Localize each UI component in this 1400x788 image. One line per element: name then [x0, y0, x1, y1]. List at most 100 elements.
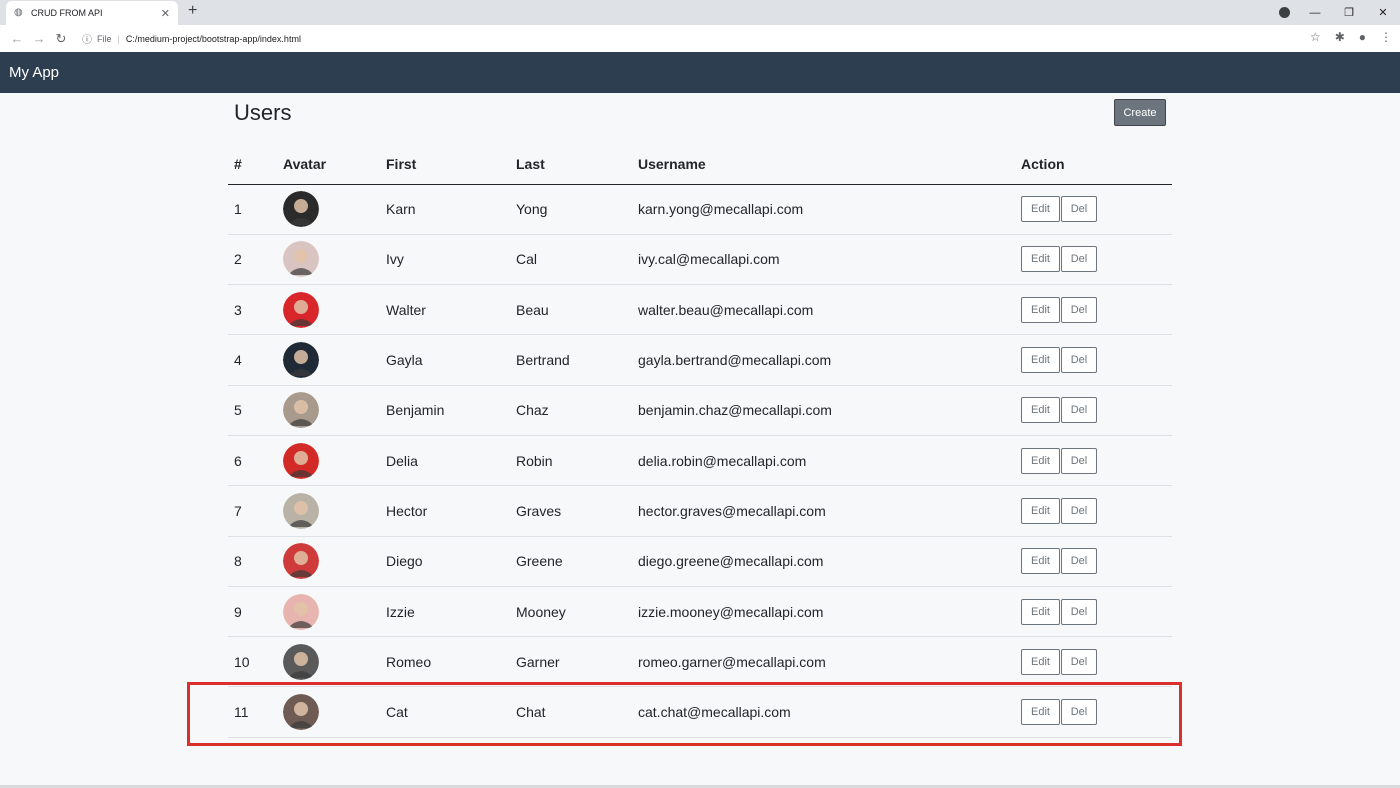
first-name: Romeo	[386, 636, 516, 688]
edit-button[interactable]: Edit	[1021, 397, 1060, 424]
action-cell: Edit Del	[1021, 686, 1172, 738]
row-number: 6	[228, 435, 283, 487]
last-name: Garner	[516, 636, 638, 688]
last-name: Yong	[516, 184, 638, 235]
table-row: 10 Romeo Garner romeo.garner@mecallapi.c…	[228, 636, 1172, 688]
avatar-image	[283, 342, 319, 379]
avatar	[283, 191, 319, 228]
last-name: Graves	[516, 485, 638, 537]
avatar	[283, 442, 319, 479]
avatar-image	[283, 593, 319, 630]
row-number: 3	[228, 284, 283, 336]
avatar-image	[283, 492, 319, 529]
delete-button[interactable]: Del	[1061, 598, 1097, 625]
edit-button[interactable]: Edit	[1021, 296, 1060, 323]
username: diego.greene@mecallapi.com	[638, 536, 1021, 587]
username: delia.robin@mecallapi.com	[638, 435, 1021, 487]
last-name: Greene	[516, 536, 638, 587]
action-cell: Edit Del	[1021, 485, 1172, 537]
avatar-image	[283, 241, 319, 278]
app-navbar: My App	[0, 52, 1400, 93]
restore-button[interactable]: ❐	[1332, 6, 1366, 19]
row-number: 5	[228, 385, 283, 436]
table-row: 9 Izzie Mooney izzie.mooney@mecallapi.co…	[228, 586, 1172, 638]
delete-button[interactable]: Del	[1061, 447, 1097, 474]
url-omnibox[interactable]: ⓘ File | C:/medium-project/bootstrap-app…	[82, 28, 1292, 49]
action-cell: Edit Del	[1021, 385, 1172, 436]
avatar	[283, 241, 319, 278]
profile-icon[interactable]: ●	[1359, 30, 1366, 44]
action-cell: Edit Del	[1021, 435, 1172, 487]
close-window-button[interactable]: ✕	[1366, 6, 1400, 19]
avatar	[283, 392, 319, 429]
avatar	[283, 291, 319, 328]
username: benjamin.chaz@mecallapi.com	[638, 385, 1021, 436]
last-name: Robin	[516, 435, 638, 487]
row-number: 1	[228, 184, 283, 235]
first-name: Ivy	[386, 234, 516, 286]
new-tab-button[interactable]: +	[188, 2, 197, 20]
avatar	[283, 643, 319, 680]
delete-button[interactable]: Del	[1061, 296, 1097, 323]
table-row: 4 Gayla Bertrand gayla.bertrand@mecallap…	[228, 334, 1172, 386]
header-num: #	[228, 145, 283, 185]
last-name: Mooney	[516, 586, 638, 638]
table-row: 3 Walter Beau walter.beau@mecallapi.com …	[228, 284, 1172, 336]
media-control-icon[interactable]	[1279, 7, 1290, 18]
puzzle-icon[interactable]: ✱	[1335, 30, 1345, 44]
browser-tab[interactable]: ◍ CRUD FROM API ✕	[6, 1, 178, 25]
edit-button[interactable]: Edit	[1021, 699, 1060, 726]
create-button[interactable]: Create	[1114, 99, 1166, 126]
delete-button[interactable]: Del	[1061, 347, 1097, 374]
delete-button[interactable]: Del	[1061, 699, 1097, 726]
avatar-cell	[283, 435, 386, 487]
edit-button[interactable]: Edit	[1021, 196, 1060, 223]
table-row: 5 Benjamin Chaz benjamin.chaz@mecallapi.…	[228, 385, 1172, 436]
back-arrow-icon[interactable]: ←	[6, 31, 28, 46]
delete-button[interactable]: Del	[1061, 648, 1097, 675]
delete-button[interactable]: Del	[1061, 196, 1097, 223]
username: romeo.garner@mecallapi.com	[638, 636, 1021, 688]
avatar-cell	[283, 284, 386, 336]
username: karn.yong@mecallapi.com	[638, 184, 1021, 235]
delete-button[interactable]: Del	[1061, 497, 1097, 524]
edit-button[interactable]: Edit	[1021, 497, 1060, 524]
edit-button[interactable]: Edit	[1021, 548, 1060, 575]
edit-button[interactable]: Edit	[1021, 246, 1060, 273]
avatar-cell	[283, 334, 386, 386]
avatar-cell	[283, 385, 386, 436]
forward-arrow-icon[interactable]: →	[28, 31, 50, 46]
avatar	[283, 543, 319, 580]
edit-button[interactable]: Edit	[1021, 347, 1060, 374]
delete-button[interactable]: Del	[1061, 548, 1097, 575]
avatar-image	[283, 191, 319, 228]
last-name: Beau	[516, 284, 638, 336]
kebab-menu-icon[interactable]: ⋮	[1380, 30, 1392, 44]
delete-button[interactable]: Del	[1061, 246, 1097, 273]
avatar-image	[283, 291, 319, 328]
table-row: 11 Cat Chat cat.chat@mecallapi.com Edit D…	[228, 686, 1172, 738]
page-header: Users Create	[228, 93, 1172, 145]
avatar-image	[283, 643, 319, 680]
last-name: Cal	[516, 234, 638, 286]
action-cell: Edit Del	[1021, 184, 1172, 235]
info-icon[interactable]: ⓘ	[82, 31, 92, 46]
minimize-button[interactable]: —	[1298, 7, 1332, 19]
avatar-cell	[283, 586, 386, 638]
url-text[interactable]: C:/medium-project/bootstrap-app/index.ht…	[126, 34, 301, 44]
avatar-cell	[283, 234, 386, 286]
avatar-cell	[283, 184, 386, 235]
avatar-cell	[283, 636, 386, 688]
row-number: 9	[228, 586, 283, 638]
delete-button[interactable]: Del	[1061, 397, 1097, 424]
row-number: 2	[228, 234, 283, 286]
first-name: Izzie	[386, 586, 516, 638]
navbar-brand[interactable]: My App	[9, 64, 59, 81]
first-name: Cat	[386, 686, 516, 738]
edit-button[interactable]: Edit	[1021, 598, 1060, 625]
tab-close-icon[interactable]: ✕	[161, 7, 170, 20]
edit-button[interactable]: Edit	[1021, 447, 1060, 474]
reload-icon[interactable]: ↻	[50, 31, 72, 47]
star-icon[interactable]: ☆	[1310, 30, 1321, 44]
edit-button[interactable]: Edit	[1021, 648, 1060, 675]
